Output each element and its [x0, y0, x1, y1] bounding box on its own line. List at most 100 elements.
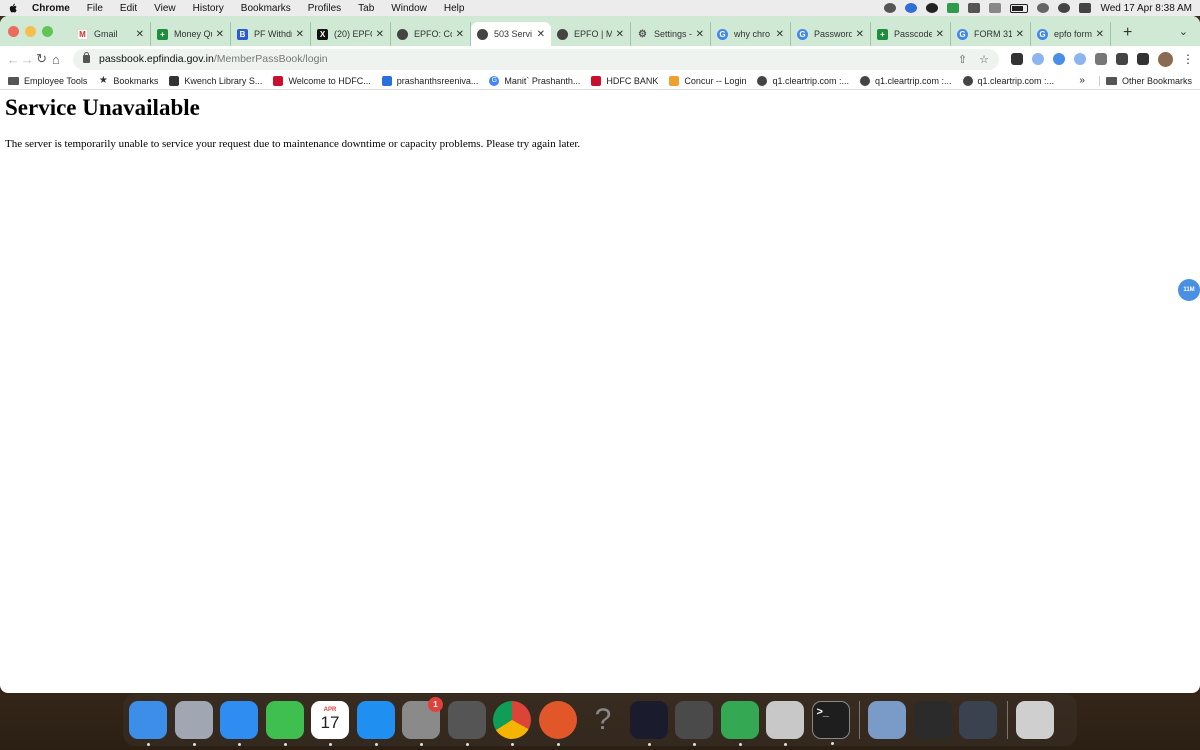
bookmark-item[interactable]: G Manit` Prashanth... [489, 75, 580, 86]
tab-7[interactable]: ⚙ Settings - ✕ [631, 22, 711, 46]
finder-icon[interactable] [129, 701, 167, 746]
close-tab-icon[interactable]: ✕ [856, 29, 864, 40]
more-bookmarks-icon[interactable]: » [1079, 75, 1085, 86]
menu-bookmarks[interactable]: Bookmarks [241, 3, 291, 14]
tab-0[interactable]: M Gmail ✕ [71, 22, 151, 46]
window-thumbnail-icon[interactable] [913, 701, 952, 739]
menu-view[interactable]: View [154, 3, 176, 14]
app-store-icon[interactable] [356, 701, 395, 746]
extension-icon[interactable] [1095, 53, 1107, 65]
menu-help[interactable]: Help [444, 3, 465, 14]
bookmark-item[interactable]: Concur -- Login [669, 75, 746, 86]
wifi-icon[interactable] [1037, 3, 1050, 13]
extension-icon[interactable] [1032, 53, 1044, 65]
other-bookmarks[interactable]: Other Bookmarks [1098, 75, 1192, 86]
display-icon[interactable] [989, 3, 1002, 13]
zoom-window-button[interactable] [42, 25, 53, 37]
home-button[interactable]: ⌂ [49, 52, 63, 67]
trash-icon[interactable] [1015, 701, 1054, 739]
google-chat-icon[interactable] [720, 701, 759, 746]
tab-9[interactable]: G Password ✕ [791, 22, 871, 46]
bookmark-item[interactable]: q1.cleartrip.com :... [962, 75, 1054, 86]
address-bar[interactable]: passbook.epfindia.gov.in /MemberPassBook… [73, 48, 999, 70]
chrome-icon[interactable] [493, 701, 531, 746]
more-menu-icon[interactable]: ⋮ [1182, 52, 1194, 66]
menu-tab[interactable]: Tab [358, 3, 374, 14]
bookmark-item[interactable]: Welcome to HDFC... [273, 75, 371, 86]
profile-avatar[interactable] [1158, 51, 1173, 67]
firefox-icon[interactable] [538, 701, 577, 746]
reload-button[interactable]: ↻ [35, 51, 49, 67]
control-center-icon[interactable] [1079, 3, 1092, 13]
tab-3[interactable]: X (20) EPFO ✕ [311, 22, 391, 46]
tab-8[interactable]: Gwhy chro ✕ [711, 22, 791, 46]
menu-edit[interactable]: Edit [120, 3, 137, 14]
window-thumbnail-icon[interactable] [959, 701, 997, 739]
forward-button[interactable]: → [20, 52, 34, 67]
menu-chrome[interactable]: Chrome [32, 3, 70, 14]
tab-2[interactable]: B PF Withdr ✕ [231, 22, 311, 46]
puzzle-icon[interactable] [1116, 53, 1128, 65]
close-window-button[interactable] [8, 25, 19, 37]
new-tab-button[interactable]: + [1123, 24, 1132, 42]
close-tab-icon[interactable]: ✕ [136, 29, 144, 40]
safari-icon[interactable] [220, 701, 258, 746]
dropbox-icon[interactable] [968, 3, 981, 13]
x-extension-icon[interactable] [1011, 53, 1023, 65]
terminal-icon[interactable]: >_ [811, 701, 850, 745]
database-icon[interactable] [766, 701, 804, 746]
minimize-window-button[interactable] [25, 25, 36, 37]
help-icon[interactable]: ? [584, 701, 622, 739]
system-settings-icon[interactable]: 1 [402, 697, 443, 746]
lock-icon[interactable] [83, 52, 90, 63]
network-status-icon[interactable] [884, 3, 897, 13]
floating-widget[interactable]: 11M [1178, 279, 1200, 301]
extension-icon[interactable] [1053, 53, 1065, 65]
bookmark-item[interactable]: q1.cleartrip.com :... [757, 75, 849, 86]
close-tab-icon[interactable]: ✕ [1016, 29, 1024, 40]
vpn-icon[interactable] [905, 3, 918, 13]
tab-search-chevron-icon[interactable]: ⌄ [1179, 25, 1188, 38]
tab-12[interactable]: Gepfo form ✕ [1031, 22, 1111, 46]
tab-6[interactable]: EPFO | M ✕ [551, 22, 631, 46]
launchpad-icon[interactable] [174, 701, 213, 746]
bookmark-item[interactable]: q1.cleartrip.com :... [859, 75, 952, 86]
sublime-icon[interactable] [675, 701, 713, 746]
menu-profiles[interactable]: Profiles [308, 3, 341, 14]
close-tab-icon[interactable]: ✕ [296, 29, 304, 40]
menu-history[interactable]: History [193, 3, 224, 14]
bookmark-item[interactable]: Kwench Library S... [169, 75, 262, 86]
calendar-icon[interactable]: APR 17 [311, 701, 349, 746]
bookmark-star-icon[interactable]: ☆ [979, 53, 989, 66]
extension-icon[interactable] [1074, 53, 1086, 65]
apple-icon[interactable] [8, 3, 18, 14]
s-app-icon[interactable] [926, 3, 939, 13]
battery-icon[interactable] [1010, 3, 1029, 13]
close-tab-icon[interactable]: ✕ [936, 29, 944, 40]
close-tab-icon[interactable]: ✕ [537, 29, 545, 40]
tab-4[interactable]: EPFO: Co ✕ [391, 22, 471, 46]
menu-clock[interactable]: Wed 17 Apr 8:38 AM [1100, 3, 1192, 14]
share-icon[interactable]: ⇧ [958, 53, 967, 66]
close-tab-icon[interactable]: ✕ [456, 29, 464, 40]
search-icon[interactable] [1058, 3, 1071, 13]
bookmark-item[interactable]: Employee Tools [8, 76, 87, 86]
close-tab-icon[interactable]: ✕ [616, 29, 624, 40]
bookmark-item[interactable]: HDFC BANK [591, 75, 658, 86]
bookmark-item[interactable]: prashanthsreeniva... [381, 75, 478, 86]
grammarly-icon[interactable] [947, 3, 960, 13]
close-tab-icon[interactable]: ✕ [1096, 29, 1104, 40]
facetime-icon[interactable] [265, 701, 304, 746]
tab-5[interactable]: 503 Servi ✕ [471, 22, 551, 46]
side-panel-icon[interactable] [1137, 53, 1149, 65]
close-tab-icon[interactable]: ✕ [216, 29, 224, 40]
back-button[interactable]: ← [6, 52, 20, 67]
tab-11[interactable]: G FORM 31 ✕ [951, 22, 1031, 46]
menu-file[interactable]: File [87, 3, 103, 14]
close-tab-icon[interactable]: ✕ [776, 29, 784, 40]
bookmark-item[interactable]: ★ Bookmarks [98, 75, 159, 86]
intellij-icon[interactable] [629, 701, 668, 746]
calculator-icon[interactable] [447, 701, 486, 746]
preview-icon[interactable] [868, 701, 906, 739]
tab-10[interactable]: + Passcode ✕ [871, 22, 951, 46]
